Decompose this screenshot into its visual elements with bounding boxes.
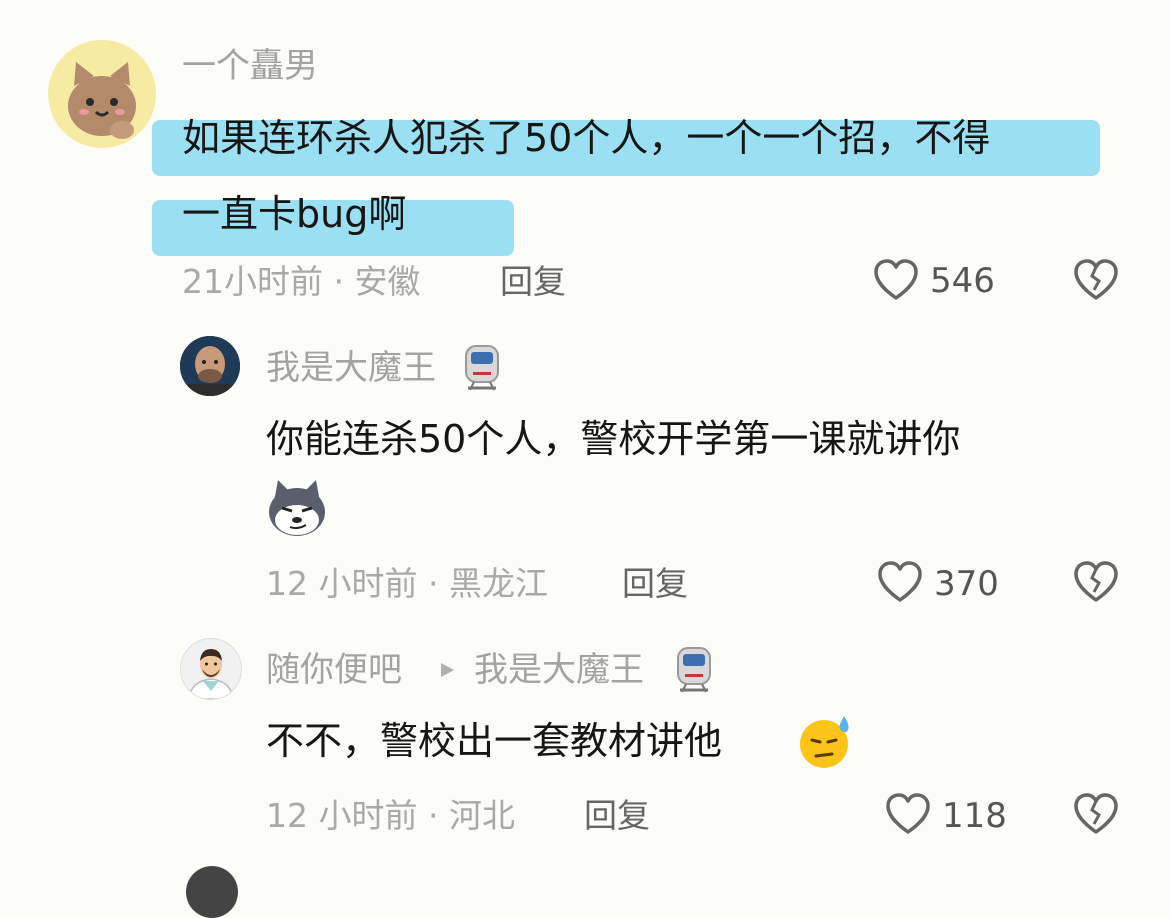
comment-text: 如果连环杀人犯杀了50个人，一个一个招，不得 (182, 116, 991, 160)
dog-emoji-icon (266, 478, 328, 538)
comment-username[interactable]: 我是大魔王 (266, 348, 436, 388)
like-count: 546 (930, 261, 995, 301)
person-avatar[interactable] (180, 336, 240, 396)
comment-text: 一直卡bug啊 (182, 192, 407, 236)
heart-icon[interactable] (872, 258, 920, 302)
comment-meta: 12 小时前 · 河北 (266, 796, 515, 835)
heart-icon[interactable] (876, 560, 924, 604)
broken-heart-icon[interactable] (1072, 258, 1120, 302)
comment-text: 不不，警校出一套教材讲他 (266, 719, 723, 763)
reply-button[interactable]: 回复 (500, 262, 566, 302)
comment-text: 你能连杀50个人，警校开学第一课就讲你 (266, 417, 961, 461)
reply-to-username[interactable]: 我是大魔王 (474, 650, 644, 690)
broken-heart-icon[interactable] (1072, 792, 1120, 836)
reply-button[interactable]: 回复 (584, 796, 650, 836)
train-emoji-icon (672, 644, 716, 694)
doctor-avatar[interactable] (180, 638, 242, 700)
heart-icon[interactable] (884, 792, 932, 836)
like-count: 370 (934, 564, 999, 604)
reply-arrow-icon (438, 661, 456, 679)
comment-meta: 21小时前 · 安徽 (182, 262, 421, 301)
reply-button[interactable]: 回复 (622, 564, 688, 604)
comment-username[interactable]: 一个矗男 (182, 46, 318, 86)
comment-username[interactable]: 随你便吧 (266, 650, 402, 690)
sweat-emoji-icon (796, 712, 856, 770)
like-count: 118 (942, 796, 1007, 836)
comment-meta: 12 小时前 · 黑龙江 (266, 564, 548, 603)
train-emoji-icon (460, 342, 504, 392)
avatar[interactable] (186, 866, 238, 918)
cat-avatar[interactable] (48, 40, 156, 148)
broken-heart-icon[interactable] (1072, 560, 1120, 604)
